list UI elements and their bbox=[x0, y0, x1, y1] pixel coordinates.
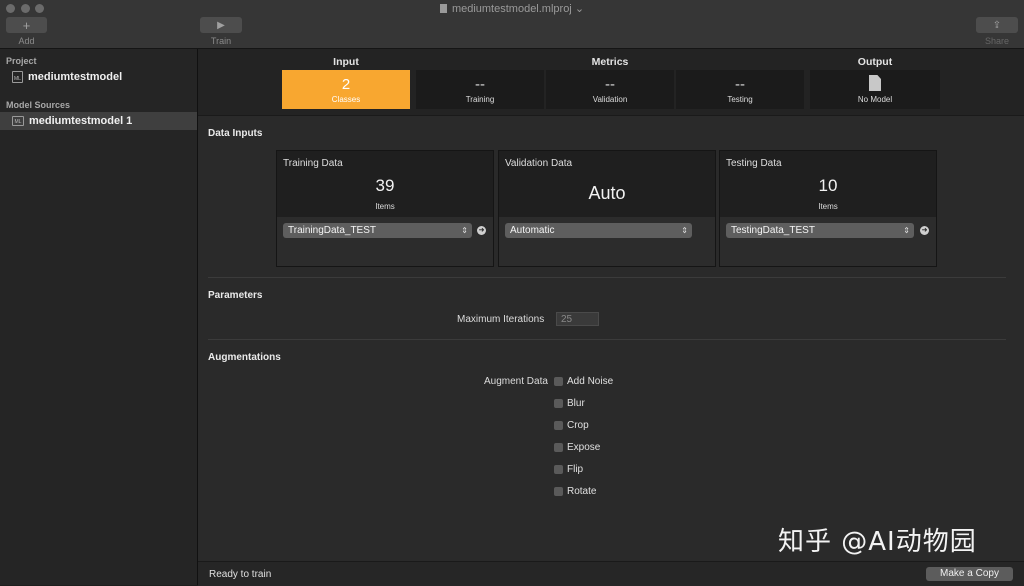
input-section-title: Input bbox=[333, 56, 359, 68]
testing-data-card: Testing Data 10 Items TestingData_TEST ⇕… bbox=[719, 150, 937, 267]
play-icon: ▶ bbox=[217, 19, 225, 31]
model-source-icon: ML bbox=[12, 116, 24, 126]
checkbox[interactable] bbox=[554, 443, 563, 452]
train-button[interactable]: ▶ bbox=[200, 17, 242, 33]
up-down-chevron-icon: ⇕ bbox=[681, 226, 688, 235]
add-label: Add bbox=[18, 36, 35, 46]
checkbox[interactable] bbox=[554, 399, 563, 408]
up-down-chevron-icon: ⇕ bbox=[903, 226, 910, 235]
checkbox[interactable] bbox=[554, 487, 563, 496]
output-tile[interactable]: No Model bbox=[810, 70, 940, 109]
testing-metric-tile[interactable]: -- Testing bbox=[676, 70, 804, 109]
status-text: Ready to train bbox=[209, 569, 272, 580]
chevron-down-icon[interactable]: ⌄ bbox=[572, 3, 584, 15]
make-a-copy-button[interactable]: Make a Copy bbox=[926, 567, 1013, 581]
augment-data-label: Augment Data bbox=[484, 376, 548, 387]
max-iterations-label: Maximum Iterations bbox=[457, 314, 545, 325]
model-sources-header: Model Sources bbox=[6, 100, 71, 110]
summary-band: Input Metrics Output 2 Classes -- Traini… bbox=[198, 49, 1024, 116]
checkbox[interactable] bbox=[554, 377, 563, 386]
model-document-icon bbox=[869, 75, 881, 91]
metrics-section-title: Metrics bbox=[591, 56, 629, 68]
input-tile[interactable]: 2 Classes bbox=[282, 70, 410, 109]
validation-data-card: Validation Data Auto Automatic ⇕ bbox=[498, 150, 716, 267]
data-inputs-heading: Data Inputs bbox=[208, 128, 263, 139]
training-item-count: 39 bbox=[375, 176, 395, 195]
share-button[interactable]: ⇪ bbox=[976, 17, 1018, 33]
augment-option-expose[interactable]: Expose bbox=[554, 442, 600, 453]
parameters-heading: Parameters bbox=[208, 290, 263, 301]
project-file-icon: ML bbox=[12, 71, 23, 83]
augment-option-crop[interactable]: Crop bbox=[554, 420, 589, 431]
augmentations-heading: Augmentations bbox=[208, 352, 281, 363]
augment-option-add-noise[interactable]: Add Noise bbox=[554, 376, 613, 387]
document-icon bbox=[439, 4, 447, 13]
sidebar: Project ML mediumtestmodel Model Sources… bbox=[0, 49, 198, 585]
augment-option-blur[interactable]: Blur bbox=[554, 398, 585, 409]
training-metric-tile[interactable]: -- Training bbox=[416, 70, 544, 109]
training-data-popup[interactable]: TrainingData_TEST ⇕ bbox=[283, 223, 472, 238]
arrow-right-icon[interactable]: ➜ bbox=[920, 226, 929, 235]
sidebar-item-project[interactable]: ML mediumtestmodel bbox=[0, 68, 197, 86]
checkbox[interactable] bbox=[554, 465, 563, 474]
add-button[interactable]: + bbox=[6, 17, 47, 33]
checkbox[interactable] bbox=[554, 421, 563, 430]
train-label: Train bbox=[210, 36, 232, 46]
share-label: Share bbox=[984, 36, 1010, 46]
watermark: 知乎 @AI动物园 bbox=[778, 527, 977, 557]
divider bbox=[208, 277, 1006, 278]
validation-data-popup[interactable]: Automatic ⇕ bbox=[505, 223, 692, 238]
augment-option-rotate[interactable]: Rotate bbox=[554, 486, 596, 497]
sidebar-item-model-source[interactable]: ML mediumtestmodel 1 bbox=[0, 112, 197, 130]
window-toolbar: mediumtestmodel.mlproj ⌄ + Add ▶ Train ⇪… bbox=[0, 0, 1024, 49]
arrow-right-icon[interactable]: ➜ bbox=[477, 226, 486, 235]
training-data-card: Training Data 39 Items TrainingData_TEST… bbox=[276, 150, 494, 267]
main-content: Input Metrics Output 2 Classes -- Traini… bbox=[198, 49, 1024, 586]
max-iterations-field[interactable]: 25 bbox=[556, 312, 599, 326]
testing-item-count: 10 bbox=[818, 176, 838, 195]
up-down-chevron-icon: ⇕ bbox=[461, 226, 468, 235]
status-bar: Ready to train Make a Copy bbox=[198, 561, 1024, 586]
project-header: Project bbox=[6, 56, 37, 66]
plus-icon: + bbox=[22, 17, 31, 33]
validation-metric-tile[interactable]: -- Validation bbox=[546, 70, 674, 109]
output-section-title: Output bbox=[857, 56, 893, 68]
window-title: mediumtestmodel.mlproj ⌄ bbox=[0, 2, 1024, 15]
divider bbox=[208, 339, 1006, 340]
share-icon: ⇪ bbox=[992, 19, 1002, 31]
augment-option-flip[interactable]: Flip bbox=[554, 464, 583, 475]
testing-data-popup[interactable]: TestingData_TEST ⇕ bbox=[726, 223, 914, 238]
validation-value: Auto bbox=[588, 183, 626, 203]
